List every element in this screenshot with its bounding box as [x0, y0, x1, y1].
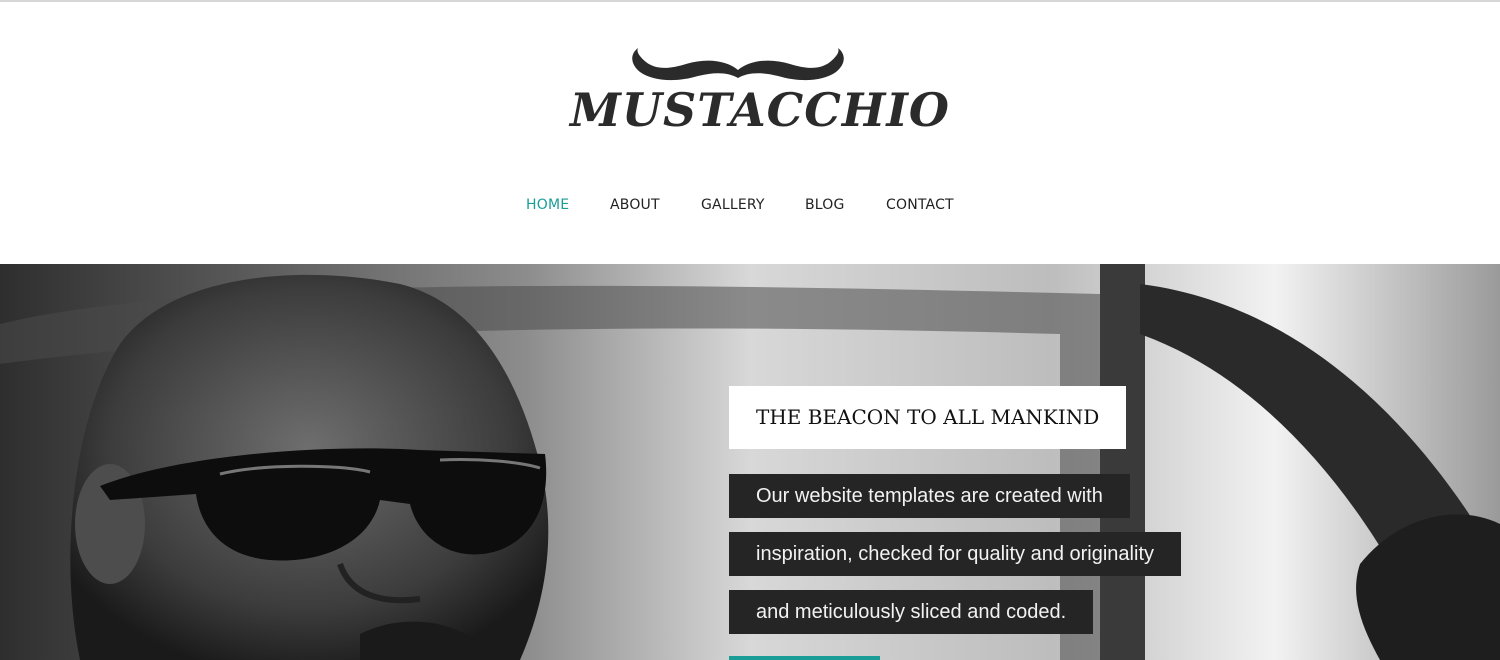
nav-item-about[interactable]: ABOUT — [610, 196, 660, 214]
nav-item-gallery[interactable]: GALLERY — [701, 196, 765, 214]
hero-caption-line-2: inspiration, checked for quality and ori… — [729, 532, 1181, 576]
hero-banner: THE BEACON TO ALL MANKIND Our website te… — [0, 264, 1500, 660]
hero-caption-line-1: Our website templates are created with — [729, 474, 1130, 518]
nav-item-blog[interactable]: BLOG — [805, 196, 845, 214]
site-logo[interactable]: MUSTACCHIO — [570, 42, 950, 147]
logo-wordmark: MUSTACCHIO — [570, 83, 950, 137]
nav-item-home[interactable]: HOME — [526, 196, 569, 214]
nav-item-contact[interactable]: CONTACT — [886, 196, 954, 214]
hero-title: THE BEACON TO ALL MANKIND — [729, 386, 1126, 449]
site-header: MUSTACCHIO HOME ABOUT GALLERY BLOG CONTA… — [0, 2, 1500, 264]
hero-read-more-button[interactable] — [729, 656, 880, 660]
hero-caption-line-3: and meticulously sliced and coded. — [729, 590, 1094, 634]
main-navigation: HOME ABOUT GALLERY BLOG CONTACT — [0, 196, 1500, 216]
